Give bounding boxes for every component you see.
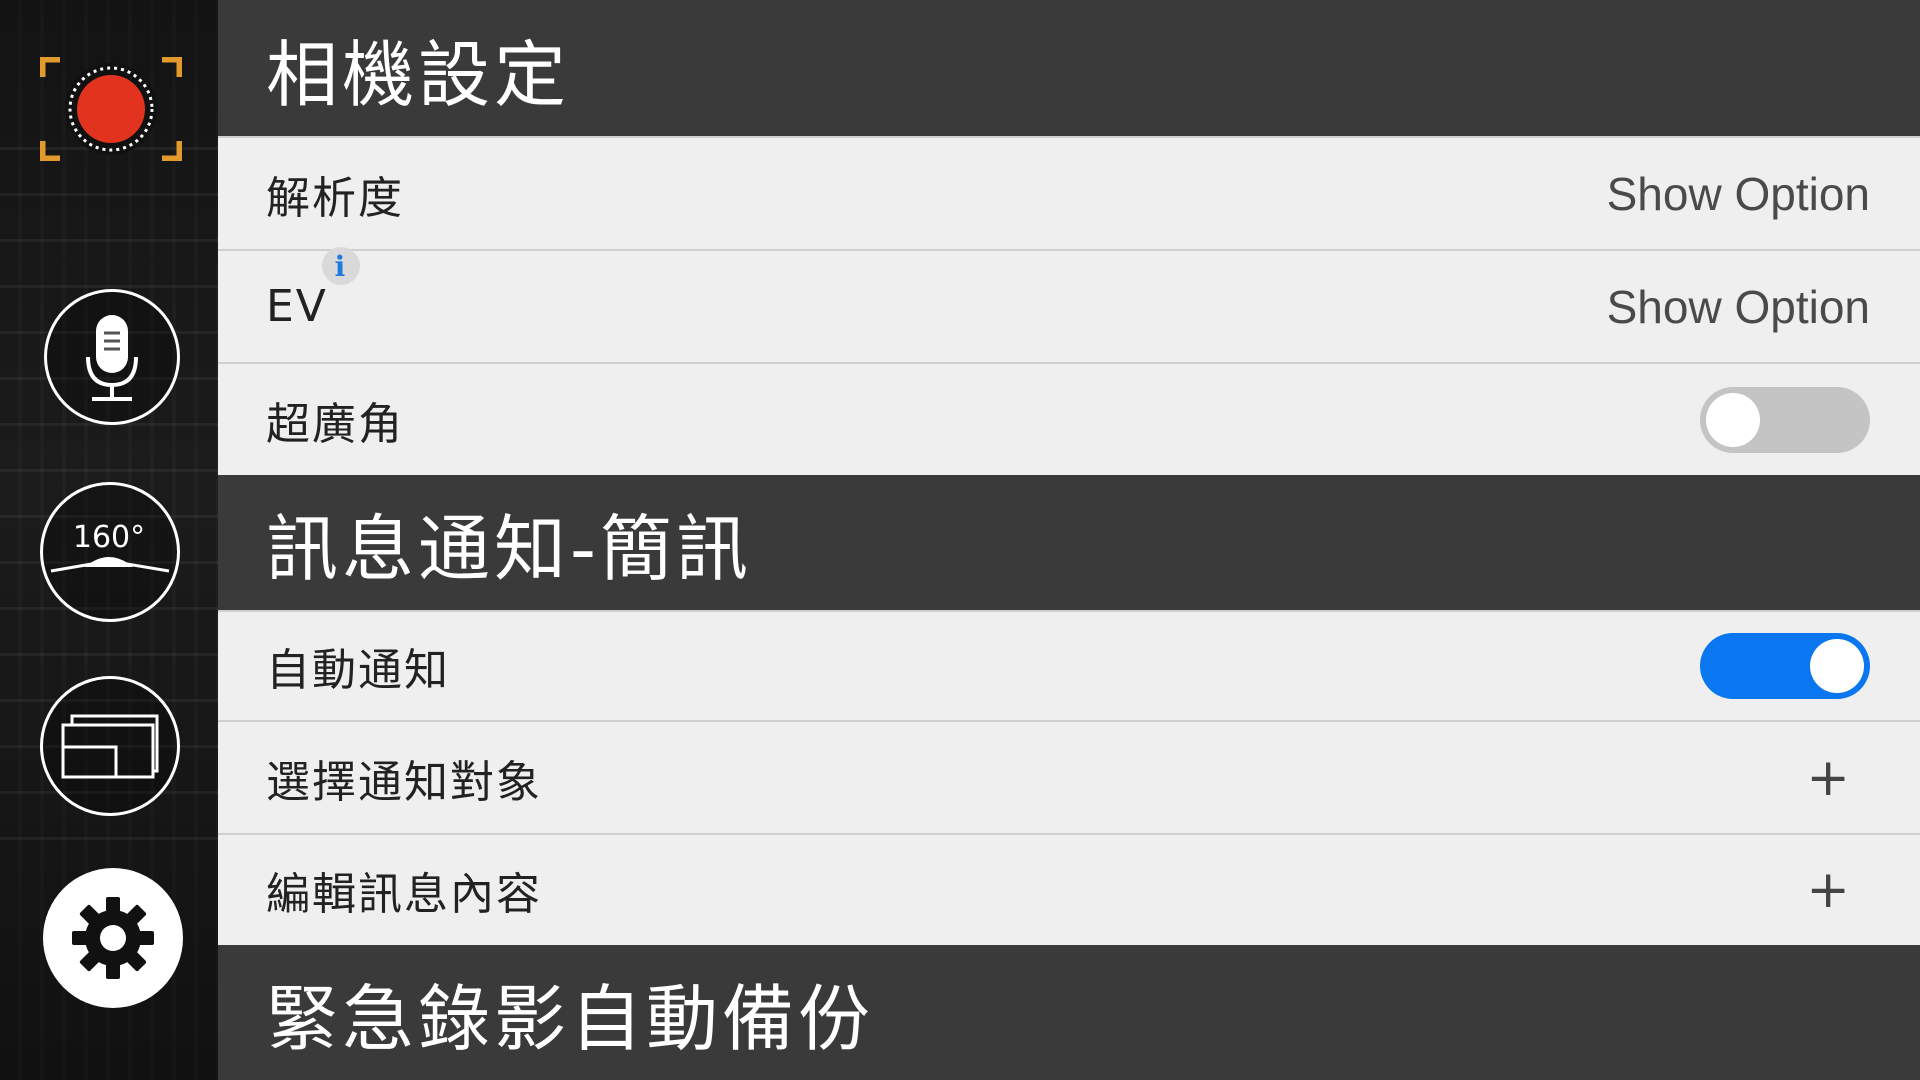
- ev-label-text: EV: [266, 281, 328, 332]
- microphone-icon: [86, 315, 138, 401]
- section-header-camera: 相機設定: [218, 0, 1920, 136]
- setting-row-resolution[interactable]: 解析度 Show Option: [218, 136, 1920, 249]
- section-title-sms: 訊息通知-簡訊: [266, 507, 752, 591]
- sidebar: 160°: [0, 0, 218, 1080]
- ev-label: EV i: [266, 247, 1607, 332]
- ultra-wide-label: 超廣角: [266, 398, 404, 450]
- auto-notify-label: 自動通知: [266, 645, 450, 696]
- screen-layout-icon: [61, 714, 159, 779]
- section-title-camera: 相機設定: [266, 32, 571, 117]
- setting-row-edit-message[interactable]: 編輯訊息內容 +: [218, 833, 1920, 945]
- settings-panel: 相機設定 解析度 Show Option EV i Show Option 超廣…: [218, 0, 1920, 1080]
- setting-row-auto-notify[interactable]: 自動通知: [218, 610, 1920, 720]
- screen-layout-button[interactable]: [40, 676, 180, 816]
- record-button[interactable]: [38, 55, 184, 163]
- setting-row-ev[interactable]: EV i Show Option: [218, 247, 1920, 362]
- section-header-backup: 緊急錄影自動備份: [218, 945, 1920, 1080]
- settings-button[interactable]: [43, 868, 183, 1008]
- ultra-wide-toggle[interactable]: [1700, 386, 1870, 453]
- microphone-button[interactable]: [44, 289, 180, 425]
- setting-row-ultra-wide[interactable]: 超廣角: [218, 362, 1920, 475]
- info-icon[interactable]: i: [322, 247, 360, 285]
- select-recipients-label: 選擇通知對象: [266, 756, 542, 808]
- record-icon: [38, 55, 184, 163]
- wide-angle-icon: 160°: [50, 520, 170, 573]
- wide-angle-button[interactable]: 160°: [40, 482, 180, 622]
- toggle-knob: [1810, 639, 1864, 693]
- edit-message-label: 編輯訊息內容: [266, 869, 542, 920]
- add-recipient-icon[interactable]: +: [1806, 752, 1850, 804]
- app-window: 160° 相機設定 解析度 Show Option EV i Show Opti…: [0, 0, 1920, 1080]
- edit-message-icon[interactable]: +: [1806, 864, 1850, 916]
- angle-label: 160°: [73, 520, 145, 555]
- resolution-label: 解析度: [266, 172, 404, 224]
- ev-value[interactable]: Show Option: [1607, 280, 1870, 334]
- gear-icon: [72, 897, 154, 979]
- setting-row-select-recipients[interactable]: 選擇通知對象 +: [218, 720, 1920, 833]
- section-title-backup: 緊急錄影自動備份: [266, 977, 875, 1061]
- toggle-knob: [1706, 392, 1760, 447]
- resolution-value[interactable]: Show Option: [1607, 167, 1870, 221]
- auto-notify-toggle[interactable]: [1700, 633, 1870, 699]
- section-header-sms: 訊息通知-簡訊: [218, 475, 1920, 610]
